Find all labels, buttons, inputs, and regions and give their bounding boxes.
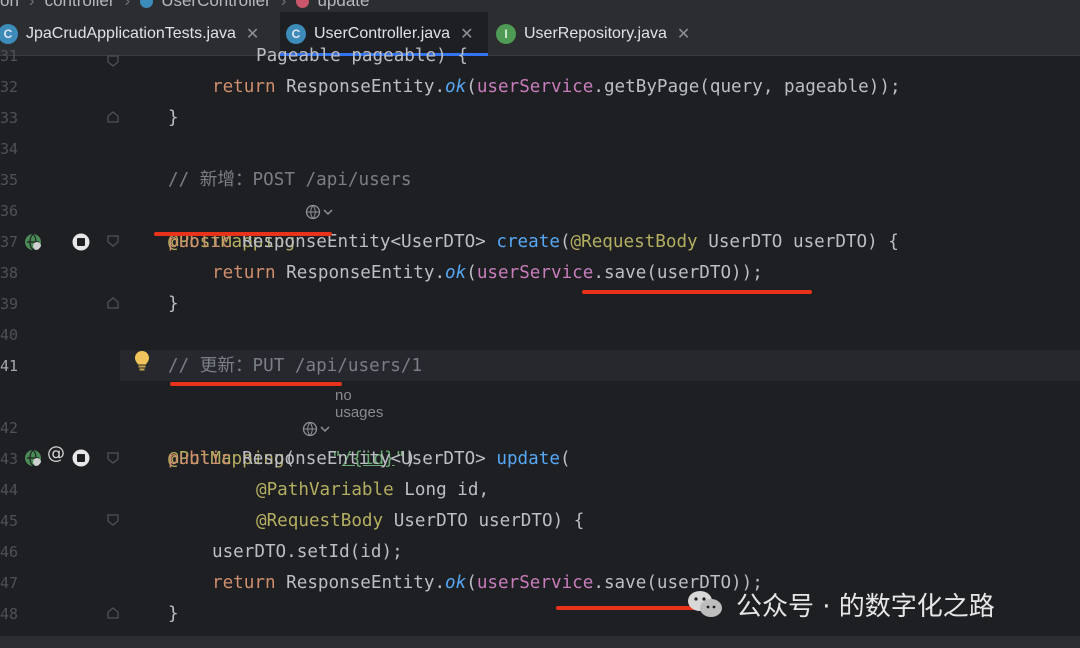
code-line: return ResponseEntity.ok(userService.sav…: [212, 263, 763, 283]
code-line: userDTO.setId(id);: [212, 542, 403, 562]
globe-dropdown-icon[interactable]: [302, 421, 332, 437]
method-icon: [296, 0, 310, 9]
breadcrumb-item[interactable]: UserController: [161, 0, 271, 10]
code-line: public ResponseEntity<UserDTO> update(: [168, 449, 571, 469]
breadcrumb-item[interactable]: on: [0, 0, 19, 10]
chevron-right-icon: ›: [28, 0, 35, 10]
chevron-right-icon: ›: [124, 0, 131, 10]
breadcrumb-item[interactable]: controller: [45, 0, 115, 10]
line-number: 40: [0, 326, 19, 344]
highlight-underline: [170, 382, 342, 386]
status-strip: [0, 636, 1080, 648]
highlight-underline: [154, 232, 332, 236]
code-line: @RequestBody UserDTO userDTO) {: [256, 511, 585, 531]
code-comment: // 更新：PUT /api/users/1: [168, 356, 423, 376]
code-line: @PathVariable Long id,: [256, 480, 490, 500]
class-icon: [140, 0, 154, 9]
code-line: Pageable pageable) {: [256, 46, 468, 66]
wechat-icon: [688, 591, 722, 617]
code-comment: // 新增：POST /api/users: [168, 170, 412, 190]
code-line: }: [168, 108, 179, 128]
line-number: 34: [0, 140, 19, 158]
highlight-underline: [556, 606, 704, 610]
breadcrumb-item[interactable]: update: [317, 0, 369, 10]
code-line: return ResponseEntity.ok(userService.get…: [212, 77, 901, 97]
code-line: @PostMapping: [0, 196, 1080, 252]
code-line: @PutMapping("/{id}"): [0, 413, 1080, 469]
code-line: }: [168, 294, 179, 314]
globe-dropdown-icon[interactable]: [305, 204, 335, 220]
chevron-right-icon: ›: [280, 0, 287, 10]
tab-label: JpaCrudApplicationTests.java: [26, 24, 236, 42]
tab-label: UserController.java: [314, 24, 451, 42]
watermark: 公众号 · 的数字化之路: [686, 584, 995, 624]
tab-label: UserRepository.java: [524, 24, 667, 42]
watermark-text: 公众号 · 的数字化之路: [736, 591, 995, 622]
breadcrumb: on › controller › UserController › update: [0, 0, 1080, 12]
highlight-underline: [582, 290, 812, 294]
